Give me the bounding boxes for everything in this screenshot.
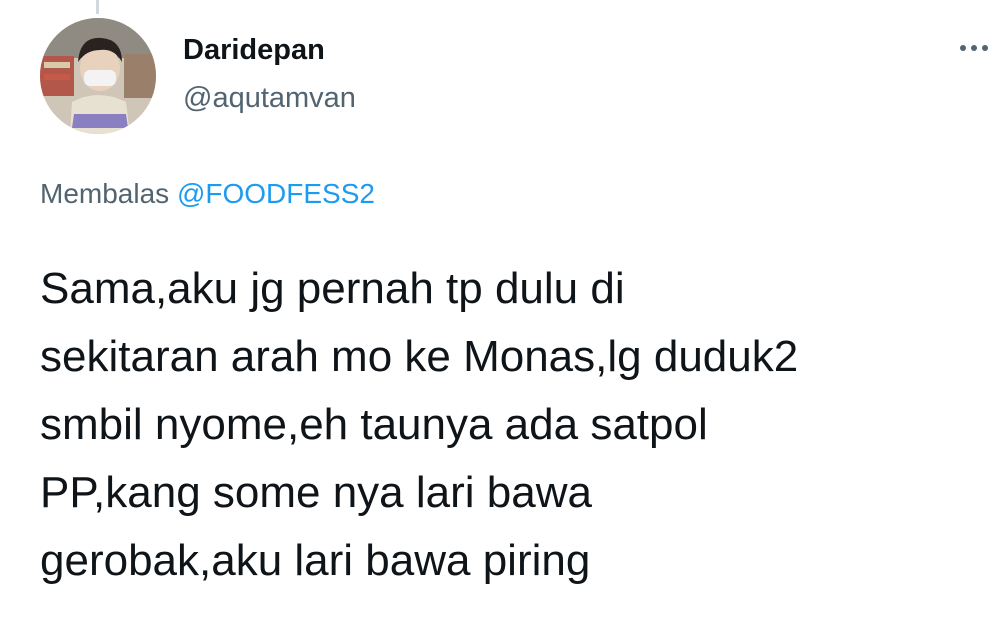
replying-to-mention-link[interactable]: @FOODFESS2 (177, 178, 375, 209)
tweet-card: Daridepan @aqutamvan Membalas @FOODFESS2… (0, 0, 1000, 618)
avatar[interactable] (40, 18, 156, 134)
tweet-text: Sama,aku jg pernah tp dulu di sekitaran … (40, 264, 799, 585)
author-display-name[interactable]: Daridepan (183, 34, 325, 67)
replying-to: Membalas @FOODFESS2 (40, 178, 375, 210)
more-options-icon[interactable] (955, 36, 993, 60)
author-handle[interactable]: @aqutamvan (183, 82, 356, 115)
replying-to-label: Membalas (40, 178, 177, 209)
thread-connector-line (96, 0, 99, 14)
more-horizontal-icon (960, 45, 988, 51)
avatar-photo-icon (40, 18, 156, 134)
